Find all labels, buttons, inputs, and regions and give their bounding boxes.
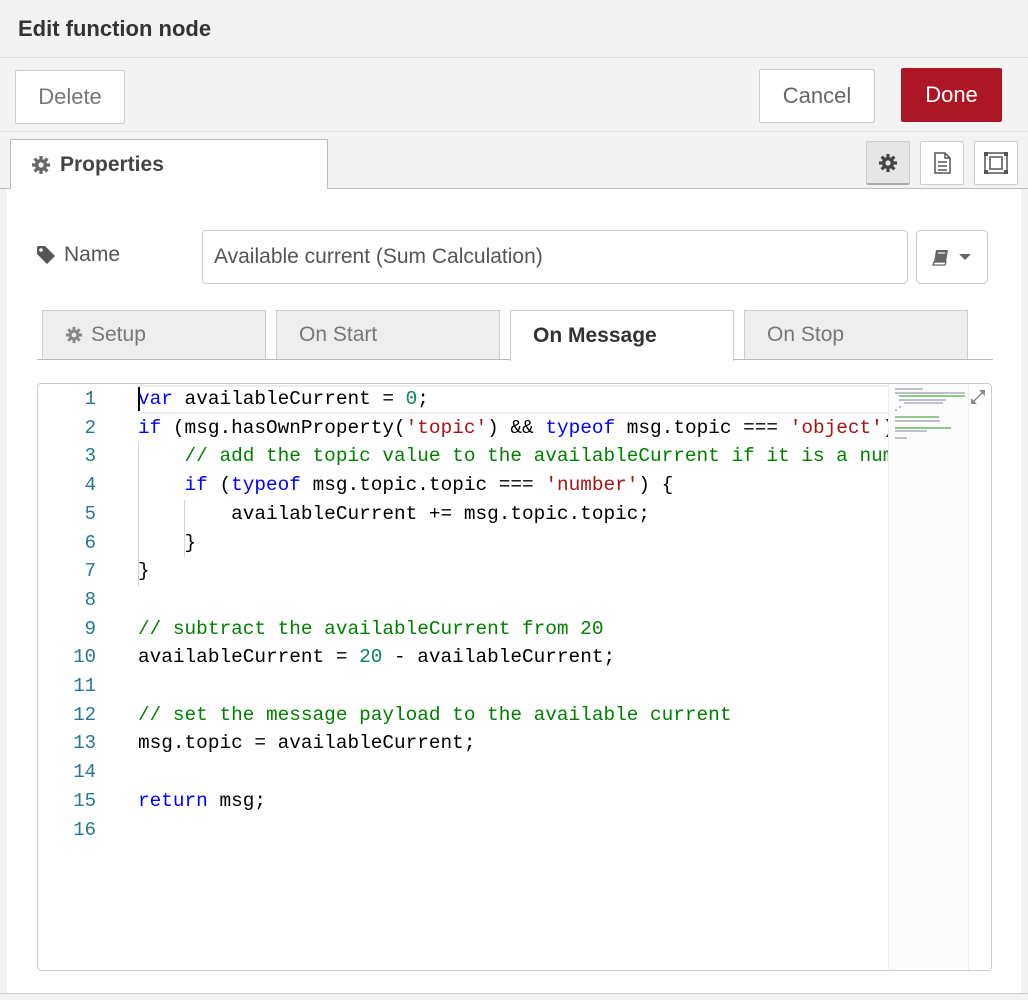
delete-button[interactable]: Delete: [15, 70, 125, 124]
minimap-line: [899, 398, 946, 401]
minimap-line: [895, 437, 908, 439]
line-number: 7: [84, 560, 96, 583]
tab-on-start[interactable]: On Start: [276, 310, 500, 359]
code-minimap[interactable]: [888, 384, 968, 970]
minimap-line: [895, 430, 927, 432]
line-number: 13: [73, 732, 96, 755]
line-number: 14: [73, 761, 96, 784]
line-number: 15: [73, 789, 96, 812]
done-button[interactable]: Done: [901, 68, 1002, 122]
editor-tabs-bar: Properties: [0, 132, 1028, 190]
line-number: 12: [73, 703, 96, 726]
line-number: 6: [84, 531, 96, 554]
frame-icon: [984, 152, 1008, 174]
library-button[interactable]: [916, 230, 988, 284]
dialog-footer: [0, 993, 1028, 1000]
code-line: if (typeof msg.topic.topic === 'number')…: [184, 474, 674, 497]
minimap-line: [899, 395, 965, 397]
tag-icon: [37, 246, 55, 264]
minimap-line: [899, 405, 902, 408]
code-line: return msg;: [138, 789, 267, 812]
code-editor[interactable]: 1 2 3 4 5 6 7 8 9 10 11 12 13 14 15 16 var availableCur…: [37, 383, 992, 971]
name-label: Name: [64, 243, 121, 266]
tab-on-message[interactable]: On Message: [510, 310, 734, 361]
code-line: }: [138, 531, 197, 554]
tab-properties-label: Properties: [60, 153, 164, 176]
line-number: 8: [84, 588, 96, 611]
line-number: 3: [84, 445, 96, 468]
dialog-titlebar: Edit function node: [0, 0, 1028, 58]
line-number: 9: [84, 617, 96, 640]
indent-guide: [138, 442, 139, 586]
code-area[interactable]: var availableCurrent = 0; if (msg.hasOwnP…: [138, 384, 888, 970]
chevron-down-icon: [959, 254, 971, 260]
expand-editor-button[interactable]: [967, 386, 989, 408]
node-appearance-button[interactable]: [974, 141, 1018, 185]
dialog-title: Edit function node: [18, 16, 212, 41]
code-line: // add the topic value to the availableC…: [184, 445, 888, 468]
minimap-line: [895, 416, 939, 418]
editor-scrollbar[interactable]: [968, 384, 991, 970]
dialog-toolbar: Delete Cancel Done: [0, 58, 1028, 132]
minimap-line: [903, 402, 944, 404]
line-number: 4: [84, 474, 96, 497]
code-line: }: [138, 560, 150, 583]
minimap-line: [895, 388, 923, 390]
code-line: msg.topic = availableCurrent;: [138, 732, 476, 755]
book-icon: [932, 250, 948, 266]
minimap-line: [895, 419, 941, 422]
node-properties-button[interactable]: [866, 141, 910, 185]
line-number: 16: [73, 818, 96, 841]
tab-setup-label: Setup: [91, 323, 146, 346]
name-label-row: Name: [36, 243, 120, 267]
minimap-line: [895, 426, 952, 429]
gear-icon: [879, 153, 897, 172]
line-number: 2: [84, 416, 96, 439]
line-number: 5: [84, 502, 96, 525]
document-icon: [934, 152, 951, 174]
code-line: var availableCurrent = 0;: [138, 388, 429, 410]
line-number: 1: [84, 388, 96, 410]
code-line: // set the message payload to the availa…: [138, 703, 732, 726]
code-line: if (msg.hasOwnProperty('topic') && typeo…: [138, 416, 888, 439]
indent-guide: [184, 499, 185, 558]
tab-on-start-label: On Start: [299, 323, 378, 346]
node-description-button[interactable]: [920, 141, 964, 185]
cancel-button[interactable]: Cancel: [759, 69, 875, 123]
line-number: 11: [73, 675, 96, 697]
line-number-gutter: 1 2 3 4 5 6 7 8 9 10 11 12 13 14 15 16: [38, 384, 124, 970]
code-line: availableCurrent += msg.topic.topic;: [138, 502, 650, 525]
tab-properties[interactable]: Properties: [10, 139, 328, 190]
tab-on-stop-label: On Stop: [767, 323, 845, 346]
line-number: 10: [73, 646, 96, 669]
gear-icon: [32, 156, 50, 174]
tab-setup[interactable]: Setup: [42, 310, 266, 359]
gear-icon: [65, 326, 83, 344]
tab-on-message-label: On Message: [533, 324, 657, 347]
expand-icon: [971, 390, 985, 404]
minimap-line: [895, 409, 897, 411]
minimap-line: [895, 391, 965, 394]
code-line: availableCurrent = 20 - availableCurrent…: [138, 646, 616, 669]
name-input[interactable]: [202, 230, 908, 284]
tab-on-stop[interactable]: On Stop: [744, 310, 968, 359]
function-subtabs: Setup On Start On Message On Stop: [37, 308, 993, 361]
code-line: // subtract the availableCurrent from 20: [138, 617, 604, 640]
